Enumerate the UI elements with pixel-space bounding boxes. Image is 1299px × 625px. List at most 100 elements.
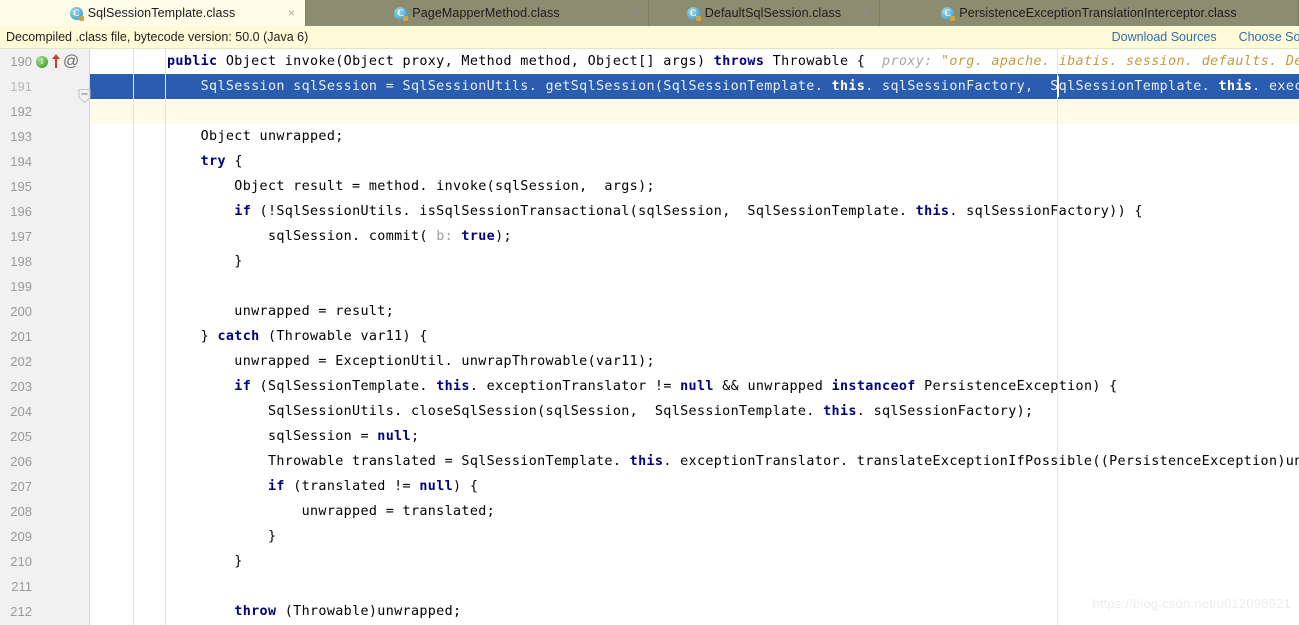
line-number: 208 bbox=[10, 504, 32, 519]
code-fragment: && unwrapped bbox=[713, 379, 832, 394]
code-fragment: PersistenceException) { bbox=[915, 379, 1118, 394]
code-line[interactable]: 209 } bbox=[0, 524, 1299, 549]
line-number: 211 bbox=[11, 579, 32, 594]
code-fragment: . sqlSessionFactory, SqlSessionTemplate. bbox=[865, 79, 1219, 94]
tab-label: PageMapperMethod.class bbox=[412, 6, 560, 20]
code-fragment: (!SqlSessionUtils. isSqlSessionTransacti… bbox=[251, 204, 916, 219]
code-line[interactable]: 194 try { bbox=[0, 149, 1299, 174]
code-line[interactable]: 198 } bbox=[0, 249, 1299, 274]
code-text: sqlSession. commit( b: true); bbox=[167, 224, 512, 249]
code-line[interactable]: 204 SqlSessionUtils. closeSqlSession(sql… bbox=[0, 399, 1299, 424]
gutter-icons[interactable]: I @ bbox=[36, 51, 79, 72]
code-fragment: (SqlSessionTemplate. bbox=[251, 379, 437, 394]
code-fragment: sqlSession = bbox=[167, 429, 378, 444]
code-fragment: SqlSessionUtils. closeSqlSession(sqlSess… bbox=[167, 404, 824, 419]
line-number: 212 bbox=[10, 604, 32, 619]
line-number: 191 bbox=[10, 79, 32, 94]
keyword-if: if bbox=[234, 204, 252, 219]
code-fragment: ; bbox=[410, 429, 420, 444]
keyword-this: this bbox=[915, 204, 950, 219]
code-line[interactable]: 206 Throwable translated = SqlSessionTem… bbox=[0, 449, 1299, 474]
code-text: if (SqlSessionTemplate. this. exceptionT… bbox=[167, 374, 1118, 399]
code-line-selected[interactable]: 191 SqlSession sqlSession = SqlSessionUt… bbox=[0, 74, 1299, 99]
tab-label: DefaultSqlSession.class bbox=[704, 6, 842, 20]
code-line[interactable]: 195 Object result = method. invoke(sqlSe… bbox=[0, 174, 1299, 199]
watermark-text: https://blog.csdn.net/u012098021 bbox=[1092, 596, 1291, 611]
code-text: SqlSession sqlSession = SqlSessionUtils.… bbox=[167, 74, 1299, 99]
line-number: 199 bbox=[10, 279, 32, 294]
java-class-icon: C bbox=[941, 6, 956, 21]
keyword-true: true bbox=[453, 229, 496, 244]
code-text: } bbox=[167, 529, 277, 544]
keyword-null: null bbox=[419, 479, 454, 494]
code-line[interactable]: 199 bbox=[0, 274, 1299, 299]
line-number: 202 bbox=[10, 354, 32, 369]
code-line-current[interactable]: 192 bbox=[0, 99, 1299, 124]
code-fragment: . executorType, Sq bbox=[1252, 79, 1299, 94]
code-line[interactable]: 207 if (translated != null) { bbox=[0, 474, 1299, 499]
current-line-highlight bbox=[90, 99, 1299, 124]
code-fragment: } bbox=[167, 329, 218, 344]
code-line[interactable]: 200 unwrapped = result; bbox=[0, 299, 1299, 324]
line-number: 210 bbox=[10, 554, 32, 569]
inlay-param-hint-b: b: bbox=[436, 229, 454, 244]
line-number: 209 bbox=[10, 529, 32, 544]
code-text: unwrapped = ExceptionUtil. unwrapThrowab… bbox=[167, 354, 655, 369]
code-line[interactable]: 208 unwrapped = translated; bbox=[0, 499, 1299, 524]
code-fragment: (Throwable)unwrapped; bbox=[276, 604, 462, 619]
fold-collapse-icon[interactable] bbox=[78, 53, 91, 104]
code-line[interactable]: 210 } bbox=[0, 549, 1299, 574]
keyword-public: public bbox=[167, 54, 226, 69]
code-line[interactable]: 202 unwrapped = ExceptionUtil. unwrapThr… bbox=[0, 349, 1299, 374]
java-class-icon: C bbox=[69, 6, 84, 21]
code-line[interactable]: 203 if (SqlSessionTemplate. this. except… bbox=[0, 374, 1299, 399]
line-number: 195 bbox=[10, 179, 32, 194]
code-text: } bbox=[167, 254, 243, 269]
line-number: 200 bbox=[10, 304, 32, 319]
code-line[interactable]: 201 } catch (Throwable var11) { bbox=[0, 324, 1299, 349]
code-text: } catch (Throwable var11) { bbox=[167, 324, 428, 349]
tab-label: SqlSessionTemplate.class bbox=[87, 6, 236, 20]
code-text: } bbox=[167, 554, 243, 569]
keyword-if: if bbox=[234, 379, 252, 394]
code-lines[interactable]: 190 I @ public Object invoke(Object prox… bbox=[0, 49, 1299, 625]
line-number: 192 bbox=[10, 104, 32, 119]
tab-close-icon[interactable]: × bbox=[860, 7, 871, 19]
code-fragment: . sqlSessionFactory)) { bbox=[949, 204, 1143, 219]
code-line[interactable]: 205 sqlSession = null; bbox=[0, 424, 1299, 449]
annotation-at-icon: @ bbox=[63, 53, 80, 70]
code-fragment: . exceptionTranslator != bbox=[469, 379, 681, 394]
tab-default-sql-session[interactable]: C DefaultSqlSession.class × bbox=[649, 0, 880, 26]
keyword-this: this bbox=[823, 404, 857, 419]
tab-sql-session-template[interactable]: C SqlSessionTemplate.class × bbox=[0, 0, 306, 26]
code-line[interactable]: 197 sqlSession. commit( b: true); bbox=[0, 224, 1299, 249]
code-line[interactable]: 190 I @ public Object invoke(Object prox… bbox=[0, 49, 1299, 104]
tab-persistence-exception-translation-interceptor[interactable]: C PersistenceExceptionTranslationInterce… bbox=[880, 0, 1299, 26]
tab-page-mapper-method[interactable]: C PageMapperMethod.class × bbox=[306, 0, 649, 26]
inlay-param-hint: proxy: "org. apache. ibatis. session. de… bbox=[865, 54, 1299, 69]
editor-tab-bar: C SqlSessionTemplate.class × C PageMappe… bbox=[0, 0, 1299, 26]
code-fragment: { bbox=[225, 154, 243, 169]
choose-sources-link[interactable]: Choose Sources bbox=[1239, 30, 1299, 44]
line-number: 203 bbox=[10, 379, 32, 394]
java-class-icon: C bbox=[686, 6, 701, 21]
code-line[interactable]: 196 if (!SqlSessionUtils. isSqlSessionTr… bbox=[0, 199, 1299, 224]
implementing-method-icon[interactable]: I bbox=[36, 55, 49, 68]
indent-guide-2 bbox=[165, 49, 166, 625]
code-text: unwrapped = translated; bbox=[167, 504, 496, 519]
keyword-throws: throws bbox=[713, 54, 765, 69]
code-fragment: sqlSession. commit( bbox=[167, 229, 437, 244]
code-text: if (!SqlSessionUtils. isSqlSessionTransa… bbox=[167, 199, 1143, 224]
keyword-this: this bbox=[1218, 79, 1253, 94]
tab-close-icon[interactable]: × bbox=[629, 7, 640, 19]
code-text: SqlSessionUtils. closeSqlSession(sqlSess… bbox=[167, 399, 1033, 424]
code-text: Object unwrapped; bbox=[167, 129, 344, 144]
code-fragment: (Throwable var11) { bbox=[259, 329, 428, 344]
override-arrow-icon[interactable] bbox=[52, 54, 60, 69]
code-line[interactable]: 193 Object unwrapped; bbox=[0, 124, 1299, 149]
code-editor[interactable]: 190 I @ public Object invoke(Object prox… bbox=[0, 49, 1299, 625]
code-fragment: ); bbox=[495, 229, 512, 244]
code-text: try { bbox=[167, 149, 243, 174]
tab-close-icon[interactable]: × bbox=[286, 7, 297, 19]
download-sources-link[interactable]: Download Sources bbox=[1112, 30, 1217, 44]
